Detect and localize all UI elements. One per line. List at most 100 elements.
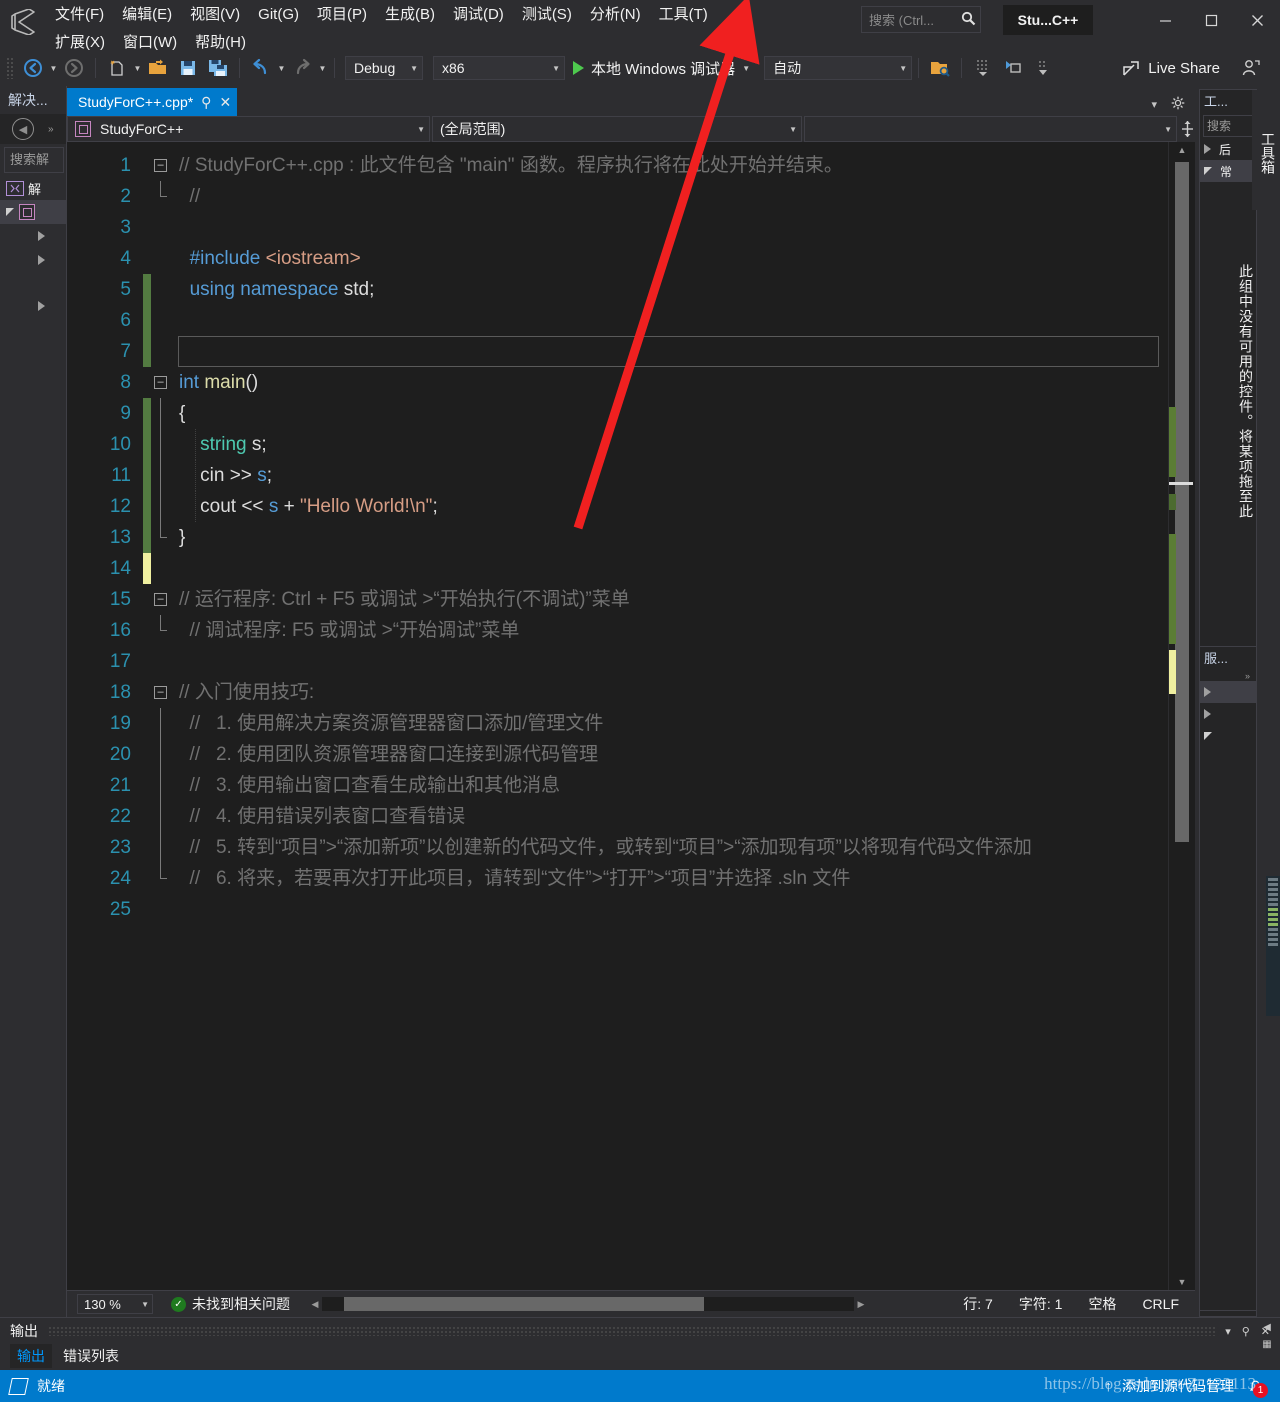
save-all-icon[interactable] <box>203 55 233 81</box>
zoom-level-combo[interactable]: 130 % ▼ <box>77 1294 153 1314</box>
collapse-region-icon[interactable]: – <box>154 159 167 172</box>
menu-analyze[interactable]: 分析(N) <box>581 1 650 29</box>
toolbox-group-collapsed[interactable]: 后 <box>1200 138 1256 160</box>
code-line[interactable]: cout << s + "Hello World!\n"; <box>173 491 1168 522</box>
chevron-down-icon[interactable]: ▾ <box>1225 1325 1231 1338</box>
code-line[interactable]: // 1. 使用解决方案资源管理器窗口添加/管理文件 <box>173 708 1168 739</box>
issues-indicator[interactable]: ✓ 未找到相关问题 <box>171 1294 290 1314</box>
overflow-icon[interactable]: » <box>48 124 55 135</box>
code-line[interactable]: // 6. 将来，若要再次打开此项目，请转到“文件”>“打开”>“项目”并选择 … <box>173 863 1168 894</box>
collapse-arrow-icon[interactable] <box>38 255 45 265</box>
pin-icon[interactable]: ⚲ <box>1242 1325 1250 1338</box>
undo-dropdown-icon[interactable]: ▼ <box>276 55 287 81</box>
editor-horizontal-scrollbar[interactable]: ◀ ▶ <box>308 1296 868 1312</box>
menu-edit[interactable]: 编辑(E) <box>113 1 181 29</box>
output-panel-grip[interactable] <box>48 1326 1216 1336</box>
navigate-forward-icon[interactable] <box>59 55 89 81</box>
scroll-left-icon[interactable]: ◀ <box>308 1299 322 1310</box>
navbar-scope-combo[interactable]: (全局范围) ▼ <box>432 116 802 142</box>
source-control-label[interactable]: 添加到源代码管理 <box>1122 1376 1234 1396</box>
toolbar-grip[interactable] <box>6 57 14 79</box>
server-explorer-node-3[interactable] <box>1200 725 1256 747</box>
collapse-arrow-icon[interactable] <box>38 301 45 311</box>
scroll-right-icon[interactable]: ▶ <box>854 1299 868 1310</box>
code-line[interactable]: // 4. 使用错误列表窗口查看错误 <box>173 801 1168 832</box>
code-line[interactable]: using namespace std; <box>173 274 1168 305</box>
collapse-region-icon[interactable]: – <box>154 376 167 389</box>
notifications-button[interactable]: 1 <box>1244 1375 1268 1398</box>
editor-vertical-scrollbar[interactable]: ▲ ▼ <box>1168 142 1195 1290</box>
open-file-icon[interactable] <box>143 55 173 81</box>
solution-configuration-combo[interactable]: Debug ▼ <box>345 56 423 80</box>
server-explorer-node-1[interactable] <box>1200 681 1256 703</box>
close-button[interactable] <box>1234 0 1280 40</box>
redo-icon[interactable] <box>287 55 317 81</box>
navigate-backward-icon[interactable] <box>18 55 48 81</box>
new-file-icon[interactable] <box>102 55 132 81</box>
menu-tools[interactable]: 工具(T) <box>650 1 717 29</box>
code-line[interactable]: // StudyForC++.cpp : 此文件包含 "main" 函数。程序执… <box>173 150 1168 181</box>
grid-icon[interactable]: ▦ <box>1262 1339 1271 1350</box>
code-line[interactable]: // 运行程序: Ctrl + F5 或调试 >“开始执行(不调试)”菜单 <box>173 584 1168 615</box>
document-minimap[interactable] <box>1266 876 1280 1016</box>
expand-arrow-icon[interactable] <box>6 208 14 216</box>
redo-dropdown-icon[interactable]: ▼ <box>317 55 328 81</box>
collapse-region-icon[interactable]: – <box>154 686 167 699</box>
code-line[interactable]: #include <iostream> <box>173 243 1168 274</box>
code-editor-surface[interactable]: 1 2 3 4 5 6 7 8 9 10 11 12 13 14 15 16 17 18 19 20 21 22 23 24 2… <box>67 142 1195 1290</box>
undo-icon[interactable] <box>246 55 276 81</box>
chevron-down-icon[interactable]: ▾ <box>1151 98 1157 111</box>
menu-debug[interactable]: 调试(D) <box>444 1 513 29</box>
collapse-arrow-icon[interactable] <box>1204 687 1211 697</box>
back-icon[interactable]: ◀ <box>12 118 34 140</box>
collapse-arrow-icon[interactable] <box>1204 144 1211 154</box>
pin-icon[interactable]: ⚲ <box>201 94 211 111</box>
code-line[interactable] <box>173 305 1168 336</box>
navigate-backward-dropdown-icon[interactable]: ▼ <box>48 55 59 81</box>
scroll-up-icon[interactable]: ▲ <box>1169 142 1195 158</box>
code-line[interactable]: // <box>173 181 1168 212</box>
folder-node-1[interactable] <box>0 224 66 248</box>
scroll-down-icon[interactable]: ▼ <box>1169 1274 1195 1290</box>
code-line[interactable]: // 5. 转到“项目”>“添加新项”以创建新的代码文件，或转到“项目”>“添加… <box>173 832 1168 863</box>
project-node[interactable] <box>0 200 66 224</box>
tab-output[interactable]: 输出 <box>10 1344 52 1368</box>
live-share-button[interactable]: Live Share <box>1116 55 1226 81</box>
solution-explorer-search-input[interactable]: 搜索解 <box>4 147 64 173</box>
debug-target-combo[interactable]: 自动 ▼ <box>764 56 913 80</box>
window-layout-icon[interactable] <box>998 55 1028 81</box>
collapse-arrow-icon[interactable] <box>38 231 45 241</box>
folder-node-3[interactable] <box>0 294 66 318</box>
menu-build[interactable]: 生成(B) <box>376 1 444 29</box>
save-icon[interactable] <box>173 55 203 81</box>
code-line[interactable]: // 入门使用技巧: <box>173 677 1168 708</box>
solution-node[interactable]: 解 <box>0 176 66 200</box>
code-text-column[interactable]: // StudyForC++.cpp : 此文件包含 "main" 函数。程序执… <box>173 142 1168 1290</box>
code-line[interactable]: // 3. 使用输出窗口查看生成输出和其他消息 <box>173 770 1168 801</box>
folder-node-2[interactable] <box>0 248 66 272</box>
code-line[interactable] <box>173 894 1168 925</box>
menu-file[interactable]: 文件(F) <box>46 1 113 29</box>
close-icon[interactable]: ✕ <box>219 94 231 111</box>
code-line[interactable]: } <box>173 522 1168 553</box>
collapse-region-icon[interactable]: – <box>154 593 167 606</box>
code-line[interactable] <box>173 646 1168 677</box>
code-folding-column[interactable]: – – – – <box>151 142 173 1290</box>
menu-view[interactable]: 视图(V) <box>181 1 249 29</box>
indentation-indicator[interactable]: 空格 <box>1088 1294 1116 1314</box>
scrollbar-thumb[interactable] <box>1175 162 1189 842</box>
account-icon[interactable] <box>1236 55 1266 81</box>
navbar-project-combo[interactable]: StudyForC++ ▼ <box>67 116 430 142</box>
code-line[interactable] <box>173 553 1168 584</box>
toolbox-group-common[interactable]: 常 <box>1200 160 1256 182</box>
global-search-input[interactable]: 搜索 (Ctrl... <box>861 6 981 33</box>
toolbox-search-input[interactable]: 搜索 <box>1203 115 1253 137</box>
server-explorer-node-2[interactable] <box>1200 703 1256 725</box>
chevron-down-icon[interactable]: ▼ <box>742 64 750 73</box>
minimize-button[interactable] <box>1142 0 1188 40</box>
code-line-current[interactable] <box>178 336 1159 367</box>
more-options-icon[interactable] <box>1028 55 1058 81</box>
code-line[interactable]: int main() <box>173 367 1168 398</box>
hscroll-track[interactable] <box>322 1297 854 1311</box>
line-ending-indicator[interactable]: CRLF <box>1142 1296 1179 1312</box>
